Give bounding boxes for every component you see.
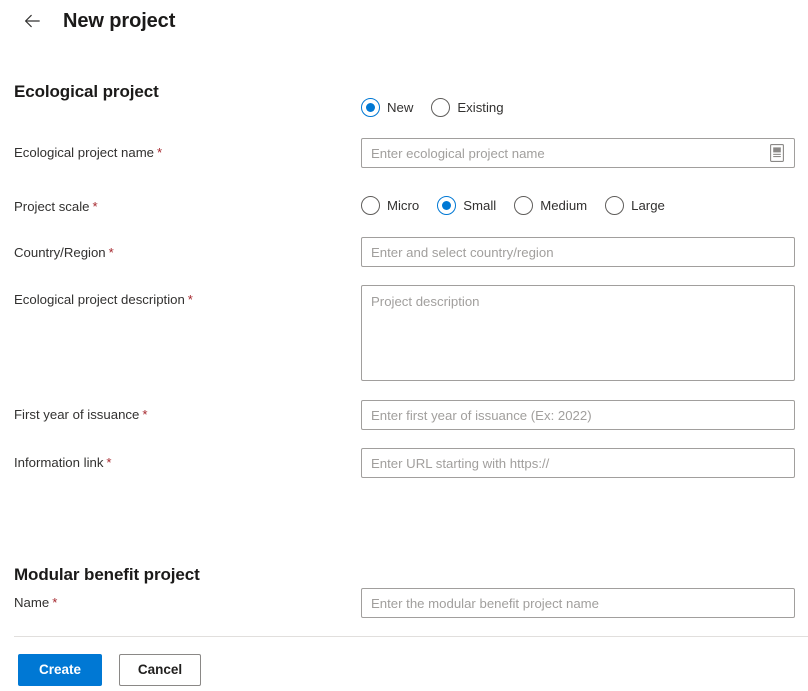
label-first-year-of-issuance: First year of issuance * <box>14 407 147 422</box>
panel-header: New project <box>0 0 808 42</box>
project-scale-radio-group[interactable]: Micro Small Medium Large <box>361 196 665 215</box>
radio-option-micro[interactable]: Micro <box>361 196 419 215</box>
radio-mark-large <box>605 196 625 215</box>
radio-mark-new <box>361 98 380 117</box>
radio-option-large[interactable]: Large <box>605 196 665 215</box>
cancel-button[interactable]: Cancel <box>119 654 201 686</box>
document-picker-icon[interactable] <box>769 143 785 163</box>
required-asterisk-first-year-of-issuance: * <box>142 407 148 422</box>
required-asterisk-project-scale: * <box>92 199 98 214</box>
label-text-country-region: Country/Region <box>14 245 106 260</box>
radio-label-existing: Existing <box>457 100 504 115</box>
label-ecological-project-description: Ecological project description * <box>14 292 193 307</box>
label-country-region: Country/Region * <box>14 245 114 260</box>
input-modular-benefit-project-name[interactable] <box>361 588 795 618</box>
panel-footer: Create Cancel <box>0 636 808 691</box>
radio-mark-existing <box>431 98 451 117</box>
arrow-left-icon <box>22 11 42 31</box>
input-first-year-of-issuance[interactable] <box>361 400 795 430</box>
label-information-link: Information link * <box>14 455 112 470</box>
label-text-ecological-project-name: Ecological project name <box>14 145 155 160</box>
radio-mark-micro <box>361 196 380 215</box>
required-asterisk-ecological-project-description: * <box>187 292 193 307</box>
radio-mark-medium <box>514 196 534 215</box>
radio-label-large: Large <box>631 198 665 213</box>
radio-label-new: New <box>387 100 414 115</box>
input-information-link[interactable] <box>361 448 795 478</box>
label-text-modular-benefit-project-name: Name <box>14 595 50 610</box>
radio-option-new[interactable]: New <box>361 98 413 117</box>
footer-divider <box>14 636 808 637</box>
project-mode-radio-group[interactable]: New Existing <box>361 98 504 117</box>
input-country-region[interactable] <box>361 237 795 267</box>
label-text-first-year-of-issuance: First year of issuance <box>14 407 140 422</box>
radio-label-small: Small <box>463 198 497 213</box>
required-asterisk-ecological-project-name: * <box>157 145 163 160</box>
required-asterisk-country-region: * <box>108 245 114 260</box>
radio-label-micro: Micro <box>387 198 420 213</box>
label-text-ecological-project-description: Ecological project description <box>14 292 185 307</box>
form-scroll-area[interactable]: Ecological project New Existing Ecologic… <box>0 42 808 636</box>
label-project-scale: Project scale * <box>14 199 98 214</box>
radio-option-small[interactable]: Small <box>437 196 496 215</box>
input-ecological-project-name[interactable] <box>361 138 795 168</box>
label-text-information-link: Information link <box>14 455 104 470</box>
radio-option-medium[interactable]: Medium <box>514 196 587 215</box>
label-ecological-project-name: Ecological project name * <box>14 145 162 160</box>
radio-mark-small <box>437 196 457 215</box>
required-asterisk-modular-benefit-project-name: * <box>52 595 58 610</box>
section-title-ecological-project: Ecological project <box>14 82 159 101</box>
radio-option-existing[interactable]: Existing <box>431 98 504 117</box>
required-asterisk-information-link: * <box>106 455 112 470</box>
input-ecological-project-description[interactable] <box>361 285 795 381</box>
label-text-project-scale: Project scale <box>14 199 90 214</box>
create-button[interactable]: Create <box>18 654 102 686</box>
radio-label-medium: Medium <box>540 198 588 213</box>
label-modular-benefit-project-name: Name * <box>14 595 57 610</box>
page-title: New project <box>63 10 176 32</box>
back-button[interactable] <box>18 7 46 35</box>
new-project-panel: New project Ecological project New Exist… <box>0 0 808 691</box>
section-title-modular-benefit-project: Modular benefit project <box>14 565 200 584</box>
